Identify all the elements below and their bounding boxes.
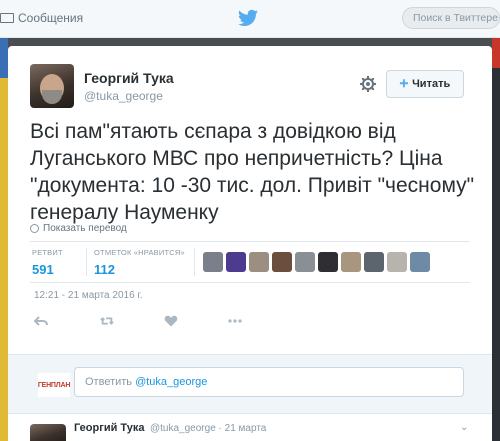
stat-separator xyxy=(86,248,87,276)
follow-button[interactable]: ➕︎ Читать xyxy=(386,70,464,98)
tweet-actions xyxy=(34,314,254,328)
background-strip-right xyxy=(492,38,500,441)
background-strip-left-top xyxy=(0,38,8,78)
retweets-label: РЕТВИТ xyxy=(32,248,63,257)
liker-avatar[interactable] xyxy=(364,252,384,272)
author-avatar[interactable] xyxy=(30,64,74,108)
likes-label: ОТМЕТОК «НРАВИТСЯ» xyxy=(94,248,185,257)
search-input[interactable]: Поиск в Твиттере xyxy=(402,7,500,29)
more-icon[interactable] xyxy=(228,314,242,328)
envelope-icon xyxy=(0,13,14,23)
liker-avatar[interactable] xyxy=(272,252,292,272)
top-nav-bar: Сообщения Поиск в Твиттере xyxy=(0,0,500,38)
heart-icon[interactable] xyxy=(164,314,178,328)
tweet-text: Всі пам"ятають сєпара з довідкою від Луг… xyxy=(30,120,475,224)
likers-avatars xyxy=(203,252,430,272)
show-translation-label: Показать перевод xyxy=(43,223,127,234)
nav-messages[interactable]: Сообщения xyxy=(0,11,83,25)
next-tweet-meta: @tuka_george · 21 марта xyxy=(150,423,267,434)
nav-messages-label: Сообщения xyxy=(18,11,84,25)
liker-avatar[interactable] xyxy=(295,252,315,272)
gear-icon[interactable] xyxy=(360,76,376,92)
next-tweet[interactable]: Георгий Тука @tuka_george · 21 марта ⌄ xyxy=(8,416,492,441)
retweets-count: 591 xyxy=(32,262,54,277)
tweet-modal: Георгий Тука @tuka_george ➕︎ Читать Всі … xyxy=(8,46,492,441)
liker-avatar[interactable] xyxy=(410,252,430,272)
retweet-icon[interactable] xyxy=(100,314,114,328)
liker-avatar[interactable] xyxy=(203,252,223,272)
tweet-timestamp[interactable]: 12:21 - 21 марта 2016 г. xyxy=(34,290,143,301)
liker-avatar[interactable] xyxy=(341,252,361,272)
background-strip-right-top xyxy=(492,38,500,68)
next-tweet-avatar[interactable] xyxy=(30,424,66,441)
follow-button-label: Читать xyxy=(412,78,451,90)
reply-placeholder: Ответить xyxy=(85,376,136,388)
divider xyxy=(30,241,470,242)
add-user-icon: ➕︎ xyxy=(399,77,409,90)
current-user-avatar: ГЕНПЛАН xyxy=(38,373,70,397)
reply-icon[interactable] xyxy=(34,314,48,328)
reply-section: ГЕНПЛАН Ответить @tuka_george xyxy=(8,354,492,414)
twitter-bird-icon[interactable] xyxy=(238,9,258,27)
retweets-stat[interactable]: РЕТВИТ 591 xyxy=(32,248,63,277)
divider xyxy=(30,282,470,283)
avatar-beard xyxy=(42,90,62,104)
chevron-down-icon[interactable]: ⌄ xyxy=(460,422,468,433)
author-name[interactable]: Георгий Тука xyxy=(84,70,174,86)
background-strip-left xyxy=(0,38,8,441)
show-translation-link[interactable]: Показать перевод xyxy=(30,223,127,234)
globe-icon xyxy=(30,224,39,233)
liker-avatar[interactable] xyxy=(226,252,246,272)
liker-avatar[interactable] xyxy=(387,252,407,272)
author-handle[interactable]: @tuka_george xyxy=(84,89,163,103)
stat-separator xyxy=(194,248,195,276)
liker-avatar[interactable] xyxy=(318,252,338,272)
reply-input[interactable]: Ответить @tuka_george xyxy=(74,367,464,397)
likes-stat[interactable]: ОТМЕТОК «НРАВИТСЯ» 112 xyxy=(94,248,185,277)
likes-count: 112 xyxy=(94,262,115,277)
reply-mention: @tuka_george xyxy=(135,376,208,388)
liker-avatar[interactable] xyxy=(249,252,269,272)
next-tweet-author[interactable]: Георгий Тука xyxy=(74,422,144,434)
